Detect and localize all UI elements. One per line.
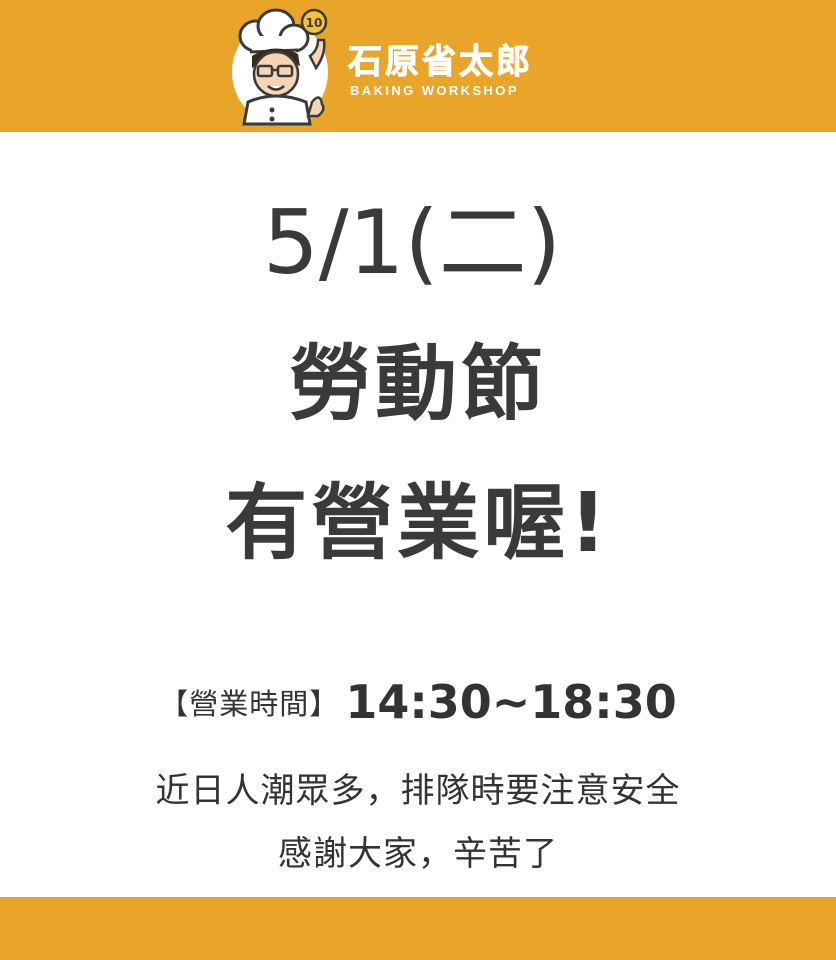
brand-logo: 10 石原省太郎 BAKING WORKSHOP <box>222 6 552 126</box>
brand-subtitle: BAKING WORKSHOP <box>350 83 519 98</box>
coin-badge-number: 10 <box>306 16 323 30</box>
hours-label: 【營業時間】 <box>159 687 340 721</box>
chef-mascot-icon: 10 <box>232 8 328 126</box>
notice-crowd: 近日人潮眾多，排隊時要注意安全 <box>155 771 681 811</box>
announcement-date: 5/1(二) <box>262 191 562 294</box>
open-status: 有營業喔! <box>225 476 611 571</box>
footer-bar <box>0 897 836 960</box>
business-hours: 【營業時間】 14:30~18:30 <box>0 675 836 729</box>
holiday-name: 勞動節 <box>288 337 547 432</box>
notice-thanks: 感謝大家，辛苦了 <box>278 834 558 874</box>
header-bar: 10 石原省太郎 BAKING WORKSHOP <box>0 0 836 132</box>
hours-value: 14:30~18:30 <box>345 675 677 729</box>
brand-name: 石原省太郎 <box>348 42 533 83</box>
